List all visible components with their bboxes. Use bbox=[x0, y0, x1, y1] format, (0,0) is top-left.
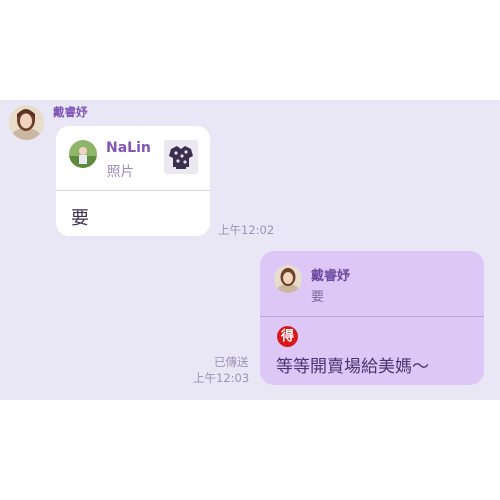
reply-preview[interactable]: NaLin 照片 bbox=[56, 126, 210, 190]
sender-name: 戴睿妤 bbox=[53, 105, 88, 119]
timestamp: 上午12:03 bbox=[193, 371, 250, 385]
reply-divider bbox=[260, 316, 484, 317]
outgoing-message-bubble[interactable]: 戴睿妤 要 得 等等開賣場給美媽～ bbox=[260, 251, 484, 385]
reply-divider bbox=[56, 190, 210, 191]
photo-thumbnail bbox=[164, 140, 198, 174]
reply-avatar bbox=[274, 265, 302, 293]
sent-status: 已傳送 bbox=[214, 355, 249, 369]
reply-name: NaLin bbox=[106, 140, 151, 156]
reply-avatar bbox=[69, 140, 97, 168]
message-text: 等等開賣場給美媽～ bbox=[276, 357, 429, 377]
timestamp: 上午12:02 bbox=[218, 223, 275, 237]
de-emoji-icon: 得 bbox=[277, 326, 298, 347]
reply-content-type: 照片 bbox=[107, 164, 134, 180]
reply-content: 要 bbox=[311, 290, 325, 305]
reply-name: 戴睿妤 bbox=[311, 269, 351, 284]
incoming-message-bubble[interactable]: NaLin 照片 要 bbox=[56, 126, 210, 236]
sender-avatar[interactable] bbox=[9, 105, 44, 140]
message-text: 要 bbox=[71, 208, 89, 229]
